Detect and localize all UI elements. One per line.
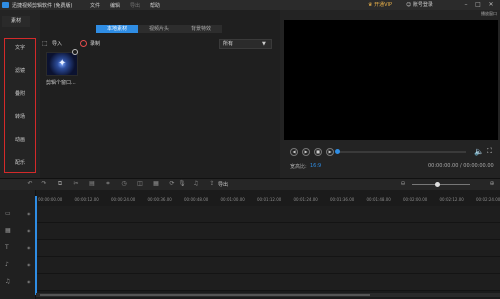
menu-help[interactable]: 帮助 (150, 2, 160, 9)
menu-edit[interactable]: 编辑 (110, 2, 120, 9)
speed-icon[interactable]: ◷ (120, 180, 128, 188)
tick-label: 00:01:12.00 (257, 197, 282, 202)
vip-button[interactable]: ♛ 开通VIP (368, 1, 398, 9)
eye-icon[interactable]: ◉ (27, 244, 33, 252)
mosaic-icon[interactable]: ▦ (152, 180, 160, 188)
tick-label: 00:01:36.00 (330, 197, 355, 202)
tick-label: 00:00:12.00 (74, 197, 99, 202)
export-icon[interactable]: ⇪ (208, 180, 216, 188)
rotate-icon[interactable]: ⟳ (168, 180, 176, 188)
category-highlight-box (4, 38, 36, 173)
category-filter[interactable]: 滤镜 (4, 66, 36, 76)
microphone-icon[interactable]: 🎙 (178, 180, 186, 188)
zoom-in-icon[interactable]: ⊕ (488, 180, 496, 188)
aspect-ratio-value[interactable]: 16:9 (310, 163, 321, 169)
tick-label: 00:00:00.00 (38, 197, 63, 202)
media-tabs: 本地素材 视频片头 背景特效 (96, 25, 222, 33)
eye-icon[interactable]: ◉ (27, 278, 33, 286)
play-icon[interactable]: ▶ (302, 148, 310, 156)
timeline-track[interactable] (36, 257, 500, 274)
tab-background-effects[interactable]: 背景特效 (180, 25, 222, 33)
stop-icon[interactable]: ■ (314, 148, 322, 156)
text-track-icon: T (5, 244, 9, 251)
timeline-track[interactable] (36, 223, 500, 240)
music-track-icon: ♪ (5, 261, 9, 268)
zoom-slider[interactable] (412, 184, 470, 185)
copy-icon[interactable]: ⧉ (56, 180, 64, 188)
crop-icon[interactable]: ⌗ (104, 180, 112, 188)
scrollbar-thumb[interactable] (40, 294, 370, 296)
timeline-track[interactable] (36, 274, 500, 291)
tick-label: 00:01:00.00 (220, 197, 245, 202)
record-icon[interactable] (80, 40, 87, 47)
import-icon[interactable]: ⬚ (42, 40, 49, 47)
category-overlay[interactable]: 叠附 (4, 89, 36, 99)
eye-icon[interactable]: ◉ (27, 261, 33, 269)
menu-export[interactable]: 导出 (130, 2, 140, 9)
playback-progress[interactable] (336, 151, 466, 153)
time-readout: 00:00:00.00 / 00:00:00.00 (428, 163, 494, 169)
aspect-ratio-label: 宽高比: (290, 164, 307, 170)
sparkle-icon: ✦ (58, 58, 67, 69)
freeze-icon[interactable]: ◫ (136, 180, 144, 188)
next-frame-icon[interactable]: ▶ (326, 148, 334, 156)
select-checkbox[interactable] (72, 49, 78, 55)
tick-label: 00:00:48.00 (184, 197, 209, 202)
media-panel (40, 10, 280, 178)
timeline-track[interactable] (36, 240, 500, 257)
tab-local-media[interactable]: 本地素材 (96, 25, 138, 33)
tick-label: 00:01:48.00 (366, 197, 391, 202)
export-button[interactable]: 导出 (218, 181, 228, 188)
sidebar-tab-material[interactable]: 素材 (2, 16, 30, 27)
menu-file[interactable]: 文件 (90, 2, 100, 9)
media-item-label: 剪辑个窗口... (46, 80, 76, 86)
record-button[interactable]: 录制 (90, 40, 100, 47)
maximize-button[interactable]: □ (474, 1, 482, 9)
category-animation[interactable]: 动画 (4, 135, 36, 145)
category-transition[interactable]: 转场 (4, 112, 36, 122)
chevron-down-icon[interactable]: ▼ (262, 41, 268, 47)
tick-label: 00:00:24.00 (111, 197, 136, 202)
app-title: 迅捷视频剪辑软件 (免费版) (12, 3, 73, 9)
preview-screen (284, 20, 498, 140)
progress-knob[interactable] (335, 149, 340, 154)
eye-icon[interactable]: ◉ (27, 227, 33, 235)
preview-title: 播放窗口 (481, 11, 497, 16)
audio-track-icon: ♫ (5, 278, 11, 285)
delete-icon[interactable]: ▤ (88, 180, 96, 188)
login-button[interactable]: ☺ 账号登录 (406, 1, 446, 9)
crown-icon: ♛ (368, 2, 373, 8)
video-track-icon: ▭ (5, 210, 11, 217)
minimize-button[interactable]: – (462, 1, 470, 9)
music-icon[interactable]: ♫ (192, 180, 200, 188)
tick-label: 00:00:36.00 (147, 197, 172, 202)
tick-label: 00:02:00.00 (403, 197, 428, 202)
playhead[interactable] (35, 196, 37, 295)
tick-label: 00:01:24.00 (293, 197, 318, 202)
import-button[interactable]: 导入 (52, 40, 62, 47)
volume-icon[interactable]: 🔈 (474, 147, 484, 156)
redo-icon[interactable]: ↷ (40, 180, 48, 188)
tick-label: 00:02:12.00 (439, 197, 464, 202)
user-icon: ☺ (406, 2, 412, 8)
category-music[interactable]: 配乐 (4, 158, 36, 168)
fullscreen-icon[interactable]: ⛶ (487, 147, 496, 156)
prev-frame-icon[interactable]: ◀ (290, 148, 298, 156)
close-button[interactable]: ✕ (487, 1, 495, 9)
image-track-icon: ▦ (5, 227, 11, 234)
login-label: 账号登录 (412, 2, 433, 8)
vip-label: 开通VIP (374, 2, 392, 8)
timeline-track[interactable] (36, 206, 500, 223)
eye-icon[interactable]: ◉ (27, 210, 33, 218)
app-logo-icon (2, 2, 9, 8)
undo-icon[interactable]: ↶ (26, 180, 34, 188)
split-icon[interactable]: ✂ (72, 180, 80, 188)
zoom-out-icon[interactable]: ⊖ (399, 180, 407, 188)
tab-video-intro[interactable]: 视频片头 (138, 25, 180, 33)
category-text[interactable]: 文字 (4, 43, 36, 53)
tick-label: 00:02:24.00 (476, 197, 500, 202)
